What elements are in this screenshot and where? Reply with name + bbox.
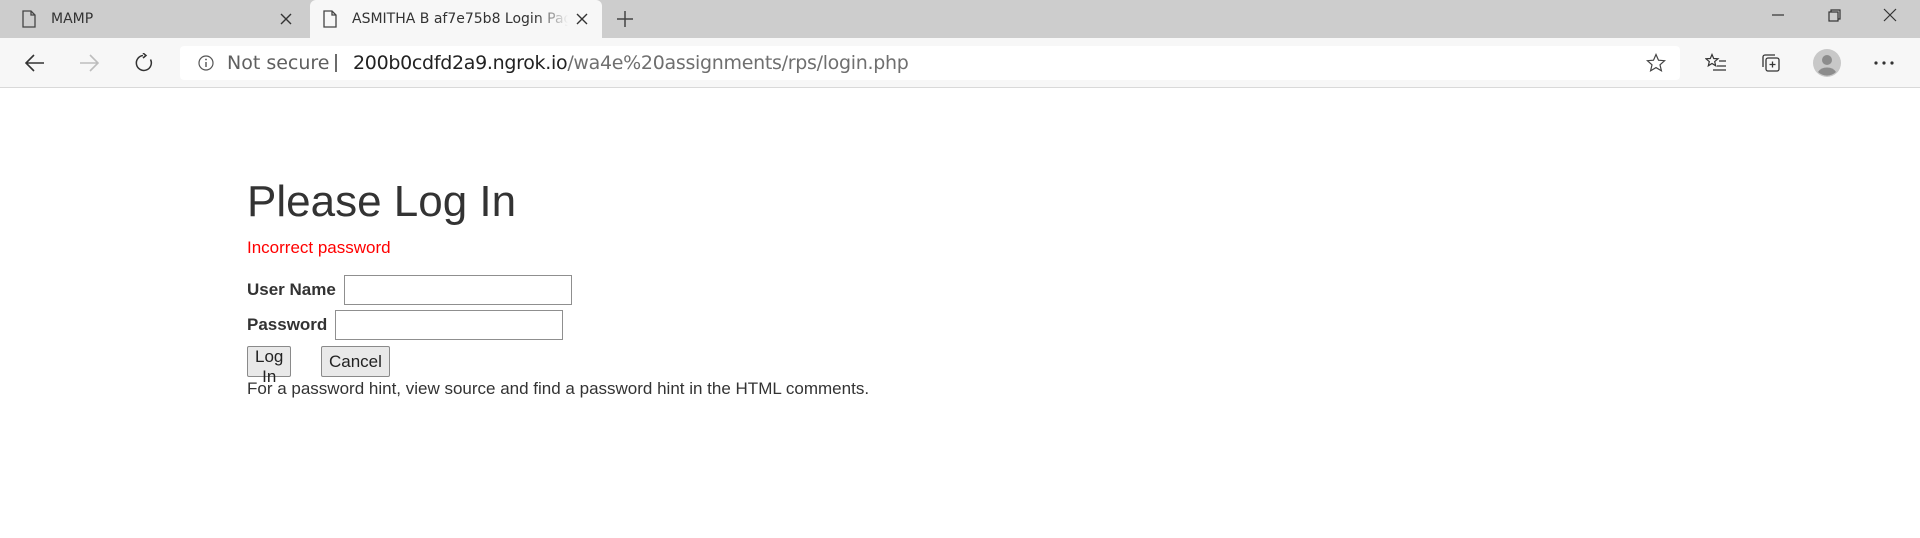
favorites-button[interactable] [1700,47,1732,79]
restore-icon [1827,8,1841,22]
address-bar[interactable]: Not secure 200b0cdfd2a9.ngrok.io/wa4e%20… [180,46,1680,80]
plus-icon [617,11,633,27]
info-icon[interactable] [198,55,214,71]
restore-button[interactable] [1806,0,1862,30]
profile-avatar-icon [1813,49,1841,77]
tab-title: MAMP [51,11,94,27]
collections-button[interactable] [1755,47,1787,79]
minimize-icon [1772,14,1784,16]
page-icon [323,10,337,28]
back-arrow-icon [25,54,44,72]
tab-mamp[interactable]: MAMP [0,0,306,38]
star-icon[interactable] [1646,53,1666,73]
forward-button[interactable] [73,47,105,79]
forward-arrow-icon [80,54,99,72]
tab-close-icon[interactable] [568,5,596,33]
browser-toolbar: Not secure 200b0cdfd2a9.ngrok.io/wa4e%20… [0,38,1920,88]
security-status[interactable]: Not secure [227,46,330,80]
cancel-button[interactable]: Cancel [321,346,390,377]
tab-title: ASMITHA B af7e75b8 Login Page [352,11,568,27]
more-button[interactable] [1868,47,1900,79]
close-window-button[interactable] [1862,0,1918,30]
more-icon [1874,61,1894,65]
back-button[interactable] [19,47,51,79]
tab-login-page[interactable]: ASMITHA B af7e75b8 Login Page [310,0,602,38]
url-host: 200b0cdfd2a9.ngrok.io [353,52,568,74]
tab-strip: MAMP ASMITHA B af7e75b8 Login Page [0,0,1920,38]
username-label: User Name [247,280,336,299]
close-icon [1883,8,1897,22]
password-label: Password [247,315,328,334]
page-icon [22,10,36,28]
collections-icon [1762,54,1780,72]
new-tab-button[interactable] [611,5,639,33]
url-text[interactable]: 200b0cdfd2a9.ngrok.io/wa4e%20assignments… [353,46,909,80]
url-path: /wa4e%20assignments/rps/login.php [567,52,909,74]
tab-close-icon[interactable] [272,5,300,33]
error-message: Incorrect password [247,238,391,257]
username-field[interactable] [344,275,572,305]
login-button[interactable]: Log In [247,346,292,386]
minimize-button[interactable] [1750,0,1806,30]
divider [335,54,337,72]
page-title: Please Log In [247,177,517,226]
favorites-icon [1705,53,1726,71]
password-field[interactable] [335,310,563,340]
profile-button[interactable] [1811,47,1843,79]
refresh-button[interactable] [128,47,160,79]
refresh-icon [135,53,153,72]
password-hint-text: For a password hint, view source and fin… [247,379,870,398]
